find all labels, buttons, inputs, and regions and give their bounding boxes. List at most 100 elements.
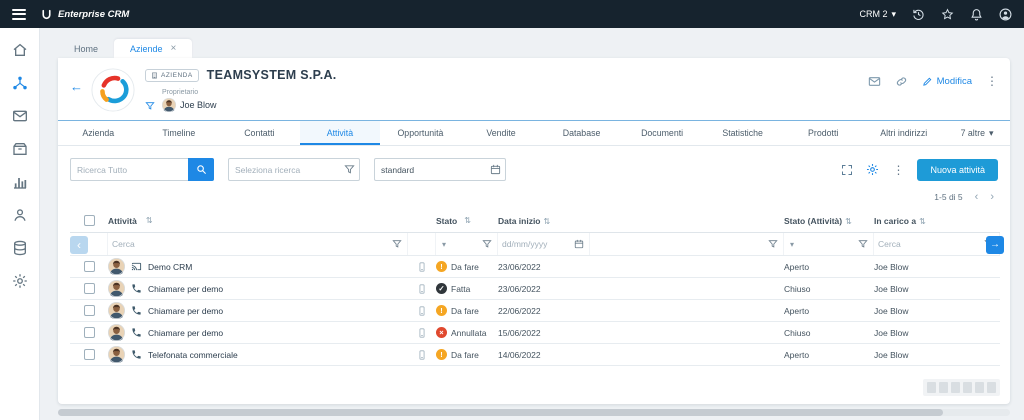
new-activity-button[interactable]: Nuova attività	[917, 158, 998, 181]
favorites-star-icon[interactable]	[941, 8, 954, 21]
col-header-stato[interactable]: Stato ⇅	[436, 216, 498, 226]
col-header-in-carico-a[interactable]: In carico a ⇅	[874, 216, 1000, 226]
scroll-right-button[interactable]: →	[986, 235, 1004, 254]
call-activity-icon	[131, 305, 142, 316]
assignee-name: Joe Blow	[874, 261, 909, 272]
account-user-icon[interactable]	[999, 8, 1012, 21]
filter-funnel-icon[interactable]	[392, 239, 402, 249]
tab-azienda[interactable]: Azienda	[58, 121, 139, 145]
page-prev-icon[interactable]: ‹	[975, 191, 979, 203]
table-row[interactable]: Chiamare per demo ! Da fare 22/06/2022 A…	[70, 300, 1000, 322]
activity-name[interactable]: Chiamare per demo	[148, 328, 223, 338]
mobile-phone-icon[interactable]	[417, 284, 427, 294]
row-checkbox[interactable]	[83, 349, 95, 360]
tab-statistiche[interactable]: Statistiche	[702, 121, 783, 145]
tabs-overflow-button[interactable]: 7 altre ▾	[944, 121, 1010, 145]
grid-settings-gear-icon[interactable]	[866, 163, 879, 176]
filter-funnel-icon[interactable]	[344, 164, 355, 175]
settings-gear-icon[interactable]	[12, 273, 28, 289]
crm-instance-selector[interactable]: CRM 2 ▾	[859, 9, 896, 20]
owner-filter-icon[interactable]	[145, 101, 155, 112]
toolbar-more-icon[interactable]: ⋮	[892, 163, 904, 177]
demo-activity-icon	[131, 261, 142, 272]
owner-name: Joe Blow	[180, 100, 217, 110]
mobile-phone-icon[interactable]	[417, 306, 427, 316]
scroll-left-button[interactable]: ‹	[70, 235, 88, 254]
scrollbar-thumb[interactable]	[58, 409, 944, 416]
sort-icon[interactable]: ⇅	[845, 217, 852, 226]
table-row[interactable]: Telefonata commerciale ! Da fare 14/06/2…	[70, 344, 1000, 366]
tab-aziende[interactable]: Aziende ×	[114, 39, 193, 58]
filter-status-dropdown-icon[interactable]: ▾	[442, 240, 446, 249]
col-header-stato-attivita[interactable]: Stato (Attività) ⇅	[784, 216, 874, 226]
relations-icon[interactable]	[12, 75, 28, 91]
mobile-phone-icon[interactable]	[417, 350, 427, 360]
tab-opportunita[interactable]: Opportunità	[380, 121, 461, 145]
email-icon[interactable]	[868, 75, 881, 88]
search-button[interactable]	[188, 158, 214, 181]
table-row[interactable]: Chiamare per demo × Annullata 15/06/2022…	[70, 322, 1000, 344]
page-next-icon[interactable]: ›	[990, 191, 994, 203]
tab-altri-indirizzi[interactable]: Altri indirizzi	[863, 121, 944, 145]
activity-name[interactable]: Demo CRM	[148, 262, 192, 272]
filter-date-input[interactable]	[498, 239, 574, 249]
col-header-attivita[interactable]: Attività ⇅	[108, 216, 408, 226]
activity-name[interactable]: Chiamare per demo	[148, 306, 223, 316]
mobile-phone-icon[interactable]	[417, 262, 427, 272]
filter-funnel-icon[interactable]	[858, 239, 868, 249]
analytics-icon[interactable]	[12, 174, 28, 190]
assignee-avatar	[108, 302, 125, 319]
activity-name[interactable]: Chiamare per demo	[148, 284, 223, 294]
database-icon[interactable]	[12, 240, 28, 256]
sort-icon[interactable]: ⇅	[544, 217, 551, 226]
select-all-checkbox[interactable]	[83, 215, 95, 226]
filter-assignee-input[interactable]	[874, 239, 984, 249]
tab-timeline[interactable]: Timeline	[139, 121, 220, 145]
filter-funnel-icon[interactable]	[482, 239, 492, 249]
row-checkbox[interactable]	[83, 283, 95, 294]
notifications-bell-icon[interactable]	[970, 8, 983, 21]
calendar-icon[interactable]	[490, 164, 501, 175]
table-row[interactable]: Chiamare per demo ✓ Fatta 23/06/2022 Chi…	[70, 278, 1000, 300]
sort-icon[interactable]: ⇅	[146, 216, 153, 225]
home-icon[interactable]	[12, 42, 28, 58]
tab-vendite[interactable]: Vendite	[461, 121, 542, 145]
edit-button[interactable]: Modifica	[922, 76, 972, 87]
tab-prodotti[interactable]: Prodotti	[783, 121, 864, 145]
mobile-phone-icon[interactable]	[417, 328, 427, 338]
tab-home[interactable]: Home	[58, 40, 114, 58]
row-checkbox[interactable]	[83, 327, 95, 338]
back-arrow-icon[interactable]: ←	[70, 79, 83, 94]
saved-search-input[interactable]	[228, 158, 360, 181]
tab-database[interactable]: Database	[541, 121, 622, 145]
archive-icon[interactable]	[12, 141, 28, 157]
tab-attivita[interactable]: Attività	[299, 121, 381, 145]
row-checkbox[interactable]	[83, 305, 95, 316]
start-date: 23/06/2022	[498, 283, 541, 294]
history-icon[interactable]	[912, 8, 925, 21]
sort-icon[interactable]: ⇅	[464, 216, 471, 225]
communications-icon[interactable]	[12, 108, 28, 124]
sort-icon[interactable]: ⇅	[919, 217, 926, 226]
search-icon	[196, 164, 207, 175]
search-input[interactable]	[70, 158, 188, 181]
table-header-row: Attività ⇅ Stato ⇅ Data inizio ⇅ Stato (Att…	[70, 209, 1000, 233]
close-icon[interactable]: ×	[171, 43, 177, 54]
row-checkbox[interactable]	[83, 261, 95, 272]
link-icon[interactable]	[895, 75, 908, 88]
filter-funnel-icon[interactable]	[768, 239, 778, 249]
more-options-icon[interactable]: ⋮	[986, 74, 998, 88]
tab-documenti[interactable]: Documenti	[622, 121, 703, 145]
col-header-data-inizio[interactable]: Data inizio ⇅	[498, 216, 590, 226]
view-select[interactable]	[374, 158, 506, 181]
filter-activity-input[interactable]	[108, 239, 386, 249]
tab-contatti[interactable]: Contatti	[219, 121, 300, 145]
support-icon[interactable]	[12, 207, 28, 223]
calendar-icon[interactable]	[574, 239, 584, 249]
activity-name[interactable]: Telefonata commerciale	[148, 350, 238, 360]
menu-icon[interactable]	[12, 8, 26, 20]
assignee-name: Joe Blow	[874, 349, 909, 360]
table-row[interactable]: Demo CRM ! Da fare 23/06/2022 Aperto Joe…	[70, 256, 1000, 278]
expand-fullscreen-icon[interactable]	[841, 164, 853, 176]
filter-state-dropdown-icon[interactable]: ▾	[790, 240, 794, 249]
